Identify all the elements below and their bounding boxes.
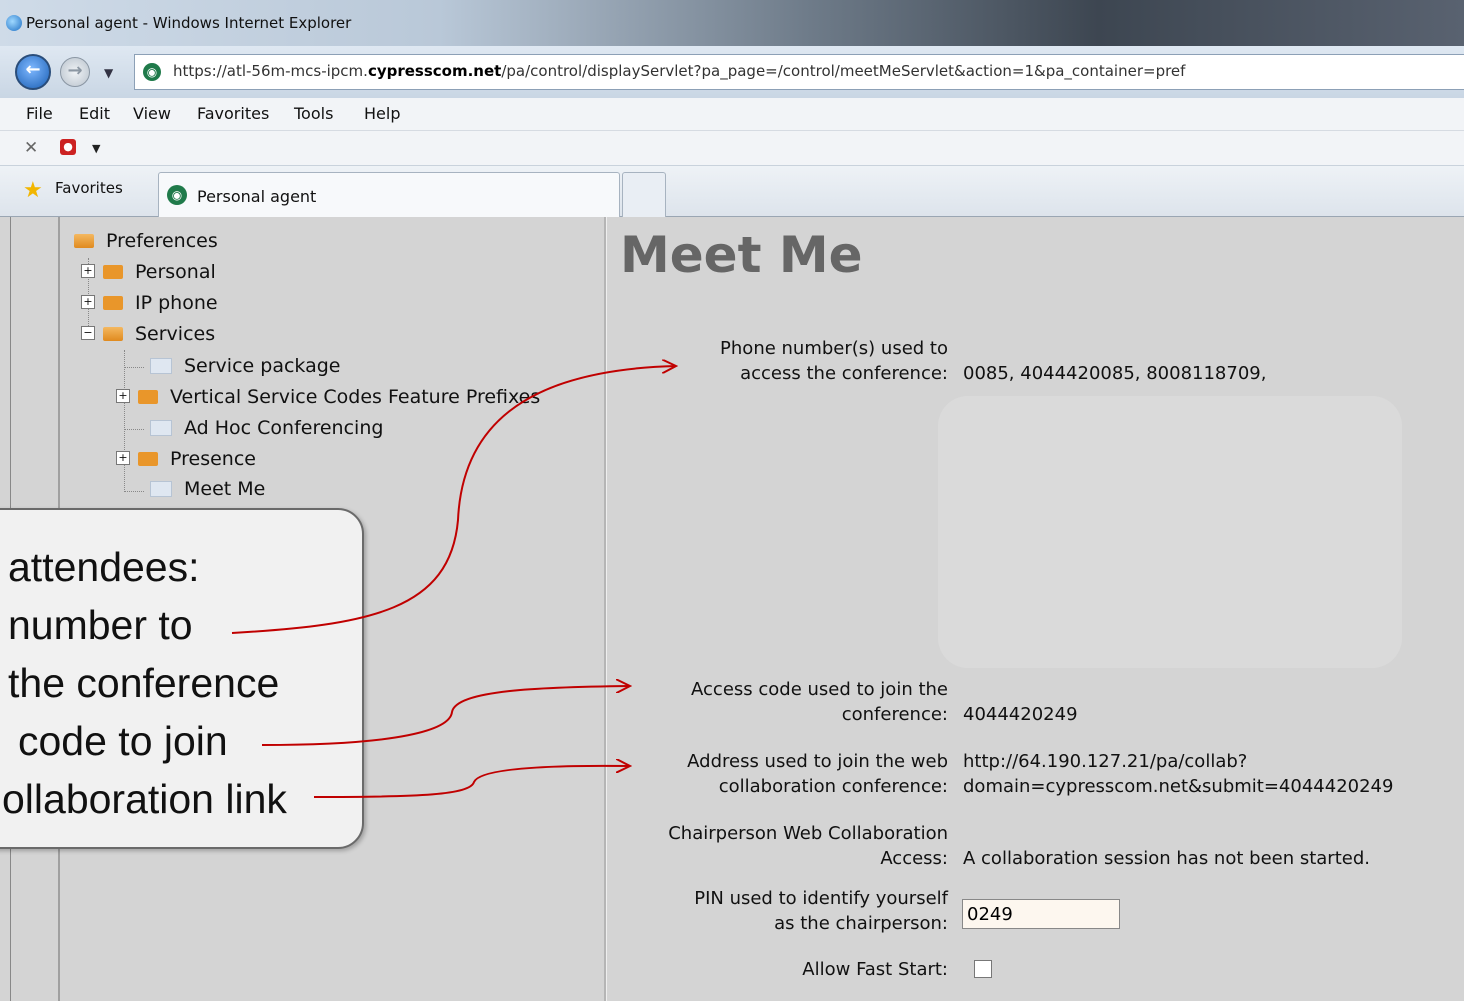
tree-item-preferences[interactable]: Preferences <box>74 230 218 252</box>
tree-connector <box>124 429 144 430</box>
close-toolbar-icon[interactable]: ✕ <box>24 138 38 158</box>
chair-access-label: Chairperson Web Collaboration Access: <box>668 823 948 869</box>
back-arrow-icon: ← <box>25 59 41 80</box>
forward-arrow-icon: → <box>67 60 83 81</box>
callout-line: attendees: <box>8 544 200 590</box>
tree-item-presence[interactable]: + Presence <box>116 448 256 470</box>
history-dropdown-icon[interactable]: ▼ <box>104 66 113 80</box>
phone-numbers-label: Phone number(s) used to access the confer… <box>720 338 948 384</box>
phone-numbers-value: 0085, 4044420085, 8008118709, <box>963 363 1267 384</box>
menu-bar: File Edit View Favorites Tools Help <box>0 98 1464 131</box>
folder-open-icon <box>74 233 94 248</box>
menu-file[interactable]: File <box>26 104 53 123</box>
address-bar[interactable]: ◉ https://atl-56m-mcs-ipcm.cypresscom.ne… <box>134 54 1464 90</box>
expand-icon[interactable]: + <box>116 388 130 403</box>
menu-favorites[interactable]: Favorites <box>197 104 269 123</box>
new-tab-button[interactable] <box>622 172 666 217</box>
frame-divider <box>604 217 607 1001</box>
tree-connector <box>124 350 125 492</box>
tree-connector <box>124 491 144 492</box>
chair-access-value: A collaboration session has not been sta… <box>963 848 1370 869</box>
tree-item-service-package[interactable]: Service package <box>150 355 340 377</box>
web-address-label: Address used to join the web collaboratio… <box>687 751 948 797</box>
expand-icon[interactable]: + <box>81 294 95 309</box>
callout-line: number to <box>8 602 193 648</box>
back-button[interactable]: ← <box>15 54 51 90</box>
tree-item-ad-hoc-conferencing[interactable]: Ad Hoc Conferencing <box>150 417 383 439</box>
tree-item-personal[interactable]: + Personal <box>81 261 216 283</box>
pin-label: PIN used to identify yourself as the chai… <box>694 888 948 934</box>
fast-start-checkbox[interactable] <box>974 960 992 978</box>
redacted-area <box>938 396 1402 668</box>
site-favicon-icon: ◉ <box>143 63 161 81</box>
access-code-label: Access code used to join the conference: <box>691 679 948 725</box>
page-title: Meet Me <box>620 226 863 284</box>
menu-view[interactable]: View <box>133 104 171 123</box>
page-icon <box>150 480 172 497</box>
pin-input[interactable] <box>962 899 1120 929</box>
web-address-value[interactable]: http://64.190.127.21/pa/collab? domain=cy… <box>963 749 1393 799</box>
forward-button[interactable]: → <box>60 57 90 87</box>
favorites-star-icon[interactable]: ★ <box>23 178 43 203</box>
command-bar: ✕ ● ▼ <box>0 131 1464 166</box>
tree-item-meet-me[interactable]: Meet Me <box>150 478 265 500</box>
tree-connector <box>124 367 144 368</box>
tab-favicon-icon: ◉ <box>167 185 187 205</box>
folder-icon <box>103 264 123 279</box>
callout-line: the conference <box>8 660 280 706</box>
page-icon <box>150 357 172 374</box>
window-title-bar: Personal agent - Windows Internet Explor… <box>0 0 1464 46</box>
navigation-bar: ← → ▼ ◉ https://atl-56m-mcs-ipcm.cypress… <box>0 46 1464 98</box>
fast-start-label: Allow Fast Start: <box>802 959 948 980</box>
menu-tools[interactable]: Tools <box>294 104 333 123</box>
ie-logo-icon <box>6 15 22 31</box>
address-url[interactable]: https://atl-56m-mcs-ipcm.cypresscom.net/… <box>173 62 1185 80</box>
menu-edit[interactable]: Edit <box>79 104 110 123</box>
tree-item-services[interactable]: − Services <box>81 323 215 345</box>
folder-icon <box>138 389 158 404</box>
folder-icon <box>103 295 123 310</box>
access-code-value: 4044420249 <box>963 704 1078 725</box>
folder-icon <box>138 451 158 466</box>
favorites-button[interactable]: Favorites <box>55 179 123 197</box>
favorites-tab-bar: ★ Favorites ◉ Personal agent <box>0 166 1464 217</box>
callout-line: ollaboration link <box>2 776 287 822</box>
tree-item-vertical-service-codes[interactable]: + Vertical Service Codes Feature Prefixes <box>116 386 540 408</box>
tab-personal-agent[interactable]: ◉ Personal agent <box>158 172 620 217</box>
window-title: Personal agent - Windows Internet Explor… <box>26 14 352 32</box>
expand-icon[interactable]: + <box>81 263 95 278</box>
annotation-callout: attendees: number to the conference code… <box>0 508 364 849</box>
menu-help[interactable]: Help <box>364 104 400 123</box>
tab-label: Personal agent <box>197 187 317 206</box>
pdf-icon[interactable]: ● <box>60 139 76 155</box>
page-icon <box>150 419 172 436</box>
folder-open-icon <box>103 326 123 341</box>
collapse-icon[interactable]: − <box>81 325 95 340</box>
callout-line: code to join <box>18 718 228 764</box>
expand-icon[interactable]: + <box>116 450 130 465</box>
pdf-dropdown-icon[interactable]: ▼ <box>92 142 100 155</box>
tree-item-ip-phone[interactable]: + IP phone <box>81 292 218 314</box>
